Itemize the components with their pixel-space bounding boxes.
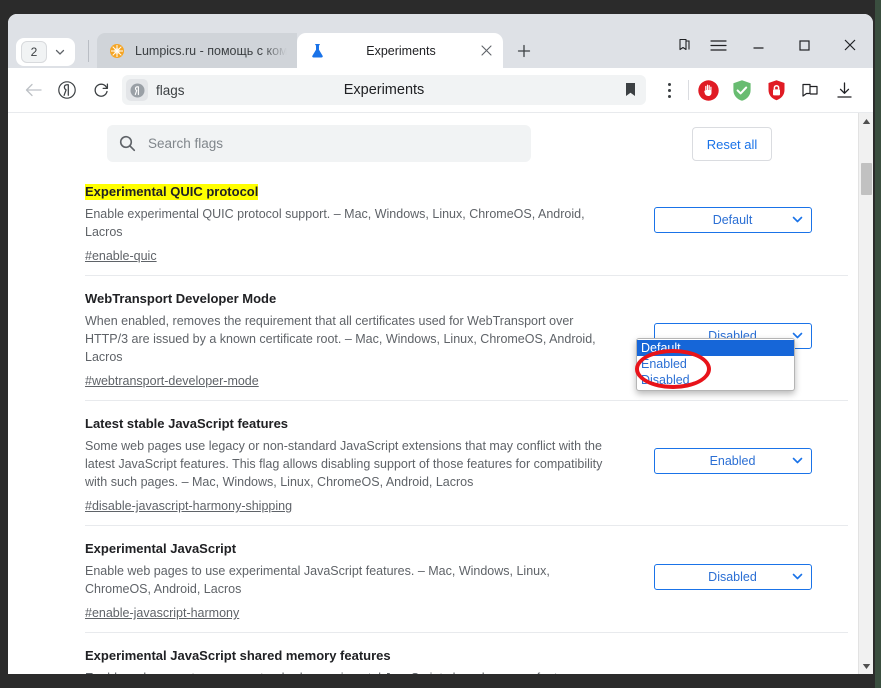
tab-counter-group[interactable]: 2 xyxy=(16,38,75,66)
hamburger-menu-icon[interactable] xyxy=(701,28,735,62)
tab-strip: 2 Lumpics.ru - помощь с Experiments xyxy=(8,14,873,68)
reload-icon[interactable] xyxy=(84,73,118,107)
adguard-shield-icon[interactable] xyxy=(725,73,759,107)
tab-lumpics[interactable]: Lumpics.ru - помощь с компьютером xyxy=(97,33,297,68)
flag-description: Enable experimental QUIC protocol suppor… xyxy=(85,207,585,239)
flags-list: Experimental QUIC protocol Enable experi… xyxy=(8,169,873,674)
omnibox-page-title: Experiments xyxy=(343,82,425,98)
flag-info: Experimental QUIC protocol Enable experi… xyxy=(85,183,617,265)
flag-control: Default xyxy=(617,183,848,233)
flag-info: Latest stable JavaScript features Some w… xyxy=(85,415,617,515)
address-bar[interactable]: flags Experiments xyxy=(122,75,646,105)
search-flags-box[interactable] xyxy=(107,125,531,162)
orange-circle-favicon xyxy=(107,41,127,61)
flags-page: Reset all Experimental QUIC protocol Ena… xyxy=(8,113,873,674)
flag-select[interactable]: Disabled xyxy=(653,564,812,590)
flag-select-value: Disabled xyxy=(708,570,757,584)
search-icon xyxy=(119,135,136,152)
scroll-up-arrow-icon[interactable] xyxy=(859,113,873,130)
page-scrollbar[interactable] xyxy=(858,113,873,674)
bookmark-star-icon[interactable] xyxy=(623,81,638,104)
tabstrip-divider xyxy=(88,40,89,62)
flag-id-link[interactable]: #webtransport-developer-mode xyxy=(85,374,259,388)
flag-control: Disabled xyxy=(617,540,848,590)
flag-description: When enabled, removes the requirement th… xyxy=(85,314,596,364)
dropdown-option-default[interactable]: Default xyxy=(637,340,794,356)
flag-id-link[interactable]: #disable-javascript-harmony-shipping xyxy=(85,499,292,513)
flag-description: Some web pages use legacy or non-standar… xyxy=(85,439,603,489)
back-arrow-icon[interactable] xyxy=(16,73,50,107)
tab-title: Experiments xyxy=(366,43,436,58)
reset-all-button[interactable]: Reset all xyxy=(692,127,772,161)
dropdown-option-enabled[interactable]: Enabled xyxy=(637,356,794,372)
scroll-down-arrow-icon[interactable] xyxy=(859,658,873,674)
flag-title: WebTransport Developer Mode xyxy=(85,291,277,306)
flag-id-link[interactable]: #enable-javascript-harmony xyxy=(85,606,239,620)
collections-icon[interactable] xyxy=(667,28,701,62)
flag-title: Experimental JavaScript shared memory fe… xyxy=(85,648,391,663)
flag-select[interactable]: Default xyxy=(653,207,812,233)
flag-title: Latest stable JavaScript features xyxy=(85,416,289,431)
flag-title: Experimental QUIC protocol xyxy=(85,184,259,200)
maximize-icon[interactable] xyxy=(781,28,827,62)
flag-title: Experimental JavaScript xyxy=(85,541,237,556)
flag-entry: Latest stable JavaScript features Some w… xyxy=(85,401,848,525)
flag-info: Experimental JavaScript shared memory fe… xyxy=(85,647,617,674)
flag-select-value: Default xyxy=(712,213,753,227)
browser-toolbar: flags Experiments xyxy=(8,68,873,113)
window-controls xyxy=(667,28,873,62)
flag-entry: Experimental JavaScript Enable web pages… xyxy=(85,526,848,632)
yandex-site-icon xyxy=(126,79,148,101)
new-tab-button[interactable] xyxy=(511,38,537,64)
minimize-icon[interactable] xyxy=(735,28,781,62)
tab-counter-badge[interactable]: 2 xyxy=(21,41,47,63)
dropdown-option-disabled[interactable]: Disabled xyxy=(637,372,794,388)
security-shield-lock-icon[interactable] xyxy=(759,73,793,107)
desktop-background: 2 Lumpics.ru - помощь с Experiments flag… xyxy=(0,0,881,688)
flag-select[interactable]: Enabled xyxy=(653,448,812,474)
flag-id-link[interactable]: #enable-quic xyxy=(85,249,157,263)
flag-select-dropdown[interactable]: Default Enabled Disabled xyxy=(636,338,795,391)
url-text: flags xyxy=(156,82,185,98)
scrollbar-thumb[interactable] xyxy=(861,163,872,195)
flag-entry: Experimental QUIC protocol Enable experi… xyxy=(85,169,848,275)
chevron-down-icon xyxy=(792,214,803,228)
screenshot-tool-icon[interactable] xyxy=(793,73,827,107)
flag-description: Enable web pages to use non-standard, ex… xyxy=(85,669,617,674)
chevron-down-icon[interactable] xyxy=(47,39,73,65)
chevron-down-icon xyxy=(792,571,803,585)
flag-entry: Experimental JavaScript shared memory fe… xyxy=(85,633,848,674)
search-input[interactable] xyxy=(146,135,480,152)
flag-select-value: Enabled xyxy=(709,454,756,468)
browser-window: 2 Lumpics.ru - помощь с Experiments flag… xyxy=(8,14,873,674)
close-icon[interactable] xyxy=(827,28,873,62)
toolbar-divider xyxy=(688,80,689,100)
chevron-down-icon xyxy=(792,455,803,469)
flag-info: Experimental JavaScript Enable web pages… xyxy=(85,540,617,622)
downloads-icon[interactable] xyxy=(827,73,861,107)
flag-description: Enable web pages to use experimental Jav… xyxy=(85,564,550,596)
three-dot-menu-icon[interactable] xyxy=(652,73,686,107)
tab-title-fade xyxy=(263,33,297,68)
flask-favicon xyxy=(307,41,327,61)
tab-experiments[interactable]: Experiments xyxy=(297,33,503,68)
flag-control: Enabled xyxy=(617,415,848,474)
flag-info: WebTransport Developer Mode When enabled… xyxy=(85,290,617,390)
yandex-logo-icon[interactable] xyxy=(50,73,84,107)
adblock-extension-icon[interactable] xyxy=(691,73,725,107)
close-icon[interactable] xyxy=(475,40,497,62)
flags-search-row: Reset all xyxy=(8,113,873,170)
